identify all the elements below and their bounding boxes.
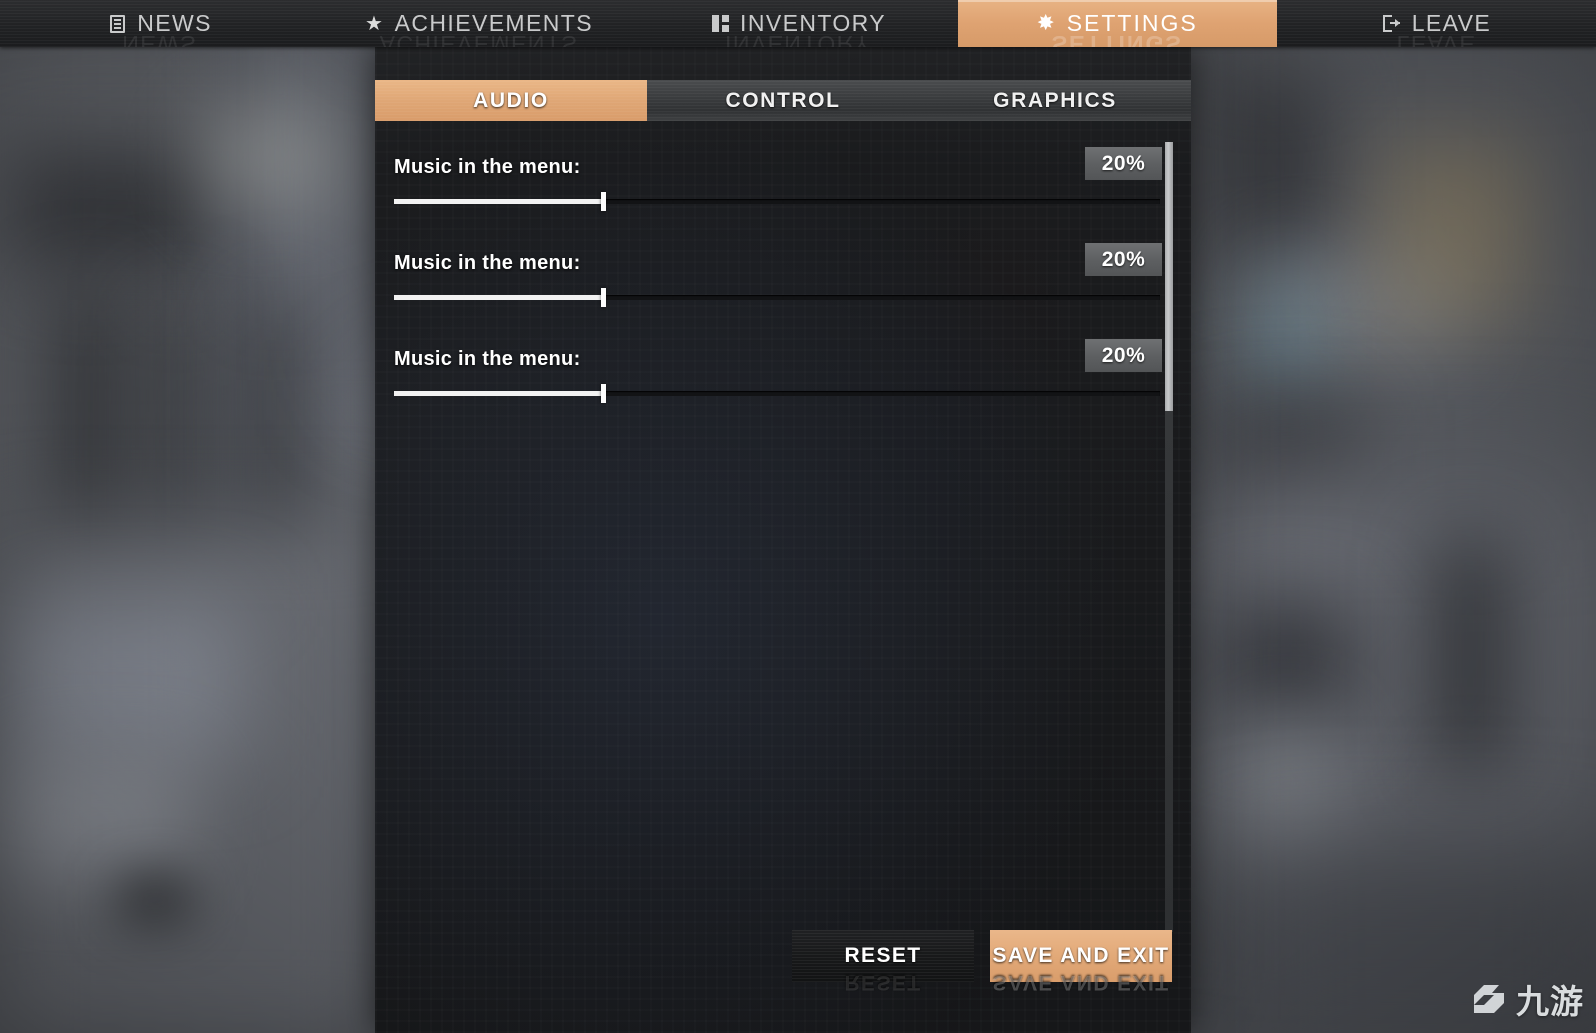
slider-header: Music in the menu: 20% xyxy=(394,147,1162,190)
nav-tab-achievements-label: ACHIEVEMENTS xyxy=(394,10,593,36)
nav-tab-leave[interactable]: LEAVE LEAVE xyxy=(1277,0,1596,47)
top-navigation: NEWS NEWS ★ ACHIEVEMENTS ACHIEVEMENTS IN… xyxy=(0,0,1596,47)
nav-tab-achievements[interactable]: ★ ACHIEVEMENTS ACHIEVEMENTS xyxy=(319,0,638,47)
slider-header: Music in the menu: 20% xyxy=(394,243,1162,286)
tab-control-label: CONTROL xyxy=(725,88,841,112)
vertical-scrollbar[interactable] xyxy=(1165,142,1173,932)
nav-tab-settings[interactable]: ✸ SETTINGS SETTINGS xyxy=(957,0,1277,47)
slider-fill xyxy=(394,199,601,204)
tab-audio[interactable]: AUDIO xyxy=(375,80,647,121)
slider-thumb[interactable] xyxy=(600,192,606,211)
grid-icon xyxy=(710,14,730,34)
nav-tab-inventory-label: INVENTORY xyxy=(740,10,886,36)
save-and-exit-button-reflection: SAVE AND EXIT xyxy=(992,971,1170,994)
tab-graphics[interactable]: GRAPHICS xyxy=(919,80,1191,121)
slider-label: Music in the menu: xyxy=(394,252,581,274)
slider-label: Music in the menu: xyxy=(394,156,581,178)
slider-value: 20% xyxy=(1085,243,1162,276)
nav-tab-inventory[interactable]: INVENTORY INVENTORY xyxy=(638,0,957,47)
slider-value: 20% xyxy=(1085,147,1162,180)
nav-tab-news[interactable]: NEWS NEWS xyxy=(0,0,319,47)
scrollbar-thumb[interactable] xyxy=(1165,142,1173,411)
nav-tab-leave-label: LEAVE xyxy=(1411,10,1492,36)
settings-footer: RESET RESET SAVE AND EXIT SAVE AND EXIT xyxy=(375,917,1191,1033)
settings-subtabs: AUDIO CONTROL GRAPHICS xyxy=(375,80,1191,121)
gear-icon: ✸ xyxy=(1037,13,1056,34)
star-icon: ★ xyxy=(364,12,385,35)
slider-row: Music in the menu: 20% xyxy=(394,147,1162,211)
watermark: 九游 xyxy=(1470,975,1584,1023)
slider-row: Music in the menu: 20% xyxy=(394,339,1162,403)
slider-track[interactable] xyxy=(394,192,1160,211)
slider-track[interactable] xyxy=(394,288,1160,307)
tab-graphics-label: GRAPHICS xyxy=(993,88,1117,112)
reset-button-label: RESET xyxy=(844,944,922,967)
slider-label: Music in the menu: xyxy=(394,348,581,370)
exit-icon xyxy=(1382,14,1402,34)
reset-button[interactable]: RESET RESET xyxy=(792,930,974,994)
slider-value: 20% xyxy=(1085,339,1162,372)
slider-header: Music in the menu: 20% xyxy=(394,339,1162,382)
nav-tab-news-label: NEWS xyxy=(137,10,212,36)
slider-row: Music in the menu: 20% xyxy=(394,243,1162,307)
nav-tab-settings-label: SETTINGS xyxy=(1066,10,1198,36)
save-and-exit-button-label: SAVE AND EXIT xyxy=(992,944,1170,967)
slider-track[interactable] xyxy=(394,384,1160,403)
slider-thumb[interactable] xyxy=(600,384,606,403)
document-icon xyxy=(107,14,127,34)
tab-audio-label: AUDIO xyxy=(473,88,549,112)
settings-panel: AUDIO CONTROL GRAPHICS Music in the menu… xyxy=(375,47,1191,1033)
slider-thumb[interactable] xyxy=(600,288,606,307)
watermark-text: 九游 xyxy=(1516,982,1584,1021)
tab-control[interactable]: CONTROL xyxy=(647,80,919,121)
slider-fill xyxy=(394,295,601,300)
reset-button-reflection: RESET xyxy=(844,971,922,994)
watermark-logo-icon xyxy=(1474,985,1504,1013)
settings-content: Music in the menu: 20% Music in the menu… xyxy=(375,142,1191,942)
slider-fill xyxy=(394,391,601,396)
save-and-exit-button[interactable]: SAVE AND EXIT SAVE AND EXIT xyxy=(990,930,1172,994)
